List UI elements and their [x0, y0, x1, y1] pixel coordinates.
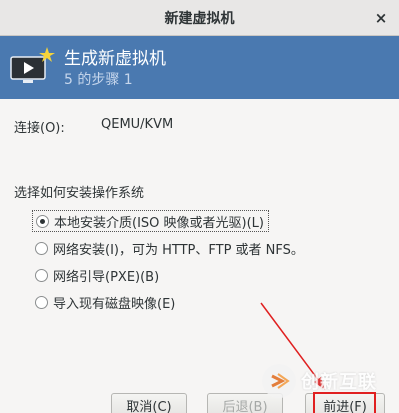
new-vm-dialog: 新建虚拟机 × 生成新虚拟机 5 的步骤 1 连接(O): QEMU/KVM 选… [0, 0, 399, 413]
option-import-disk-label: 导入现有磁盘映像(E) [53, 296, 176, 312]
monitor-play-icon [10, 47, 55, 83]
option-network-boot-label: 网络引导(PXE)(B) [53, 269, 160, 285]
install-method-heading: 选择如何安装操作系统 [14, 186, 145, 201]
watermark-logo-icon [262, 364, 296, 398]
radio-local-media[interactable] [36, 214, 49, 228]
option-local-media[interactable]: 本地安装介质(ISO 映像或者光驱)(L) [32, 210, 269, 232]
option-network-install-label: 网络安装(I)，可为 HTTP、FTP 或者 NFS。 [53, 242, 304, 258]
option-import-disk[interactable]: 导入现有磁盘映像(E) [32, 291, 175, 313]
option-local-media-label: 本地安装介质(ISO 映像或者光驱)(L) [54, 215, 264, 231]
option-network-install[interactable]: 网络安装(I)，可为 HTTP、FTP 或者 NFS。 [32, 237, 304, 259]
watermark: 创新互联 [262, 361, 399, 401]
connection-label: 连接(O): [14, 121, 65, 136]
wizard-title: 生成新虚拟机 [64, 49, 166, 69]
close-icon[interactable]: × [371, 8, 391, 28]
radio-import-disk[interactable] [35, 295, 48, 309]
radio-network-install[interactable] [35, 241, 48, 255]
window-title: 新建虚拟机 [164, 11, 235, 27]
connection-value: QEMU/KVM [101, 117, 174, 132]
radio-network-boot[interactable] [35, 268, 48, 282]
wizard-step-indicator: 5 的步骤 1 [64, 72, 133, 88]
option-network-boot[interactable]: 网络引导(PXE)(B) [32, 264, 159, 286]
title-bar: 新建虚拟机 × [0, 0, 399, 36]
wizard-header: 生成新虚拟机 5 的步骤 1 [0, 36, 399, 99]
watermark-text: 创新互联 [301, 372, 377, 393]
cancel-button[interactable]: 取消(C) [111, 393, 187, 413]
